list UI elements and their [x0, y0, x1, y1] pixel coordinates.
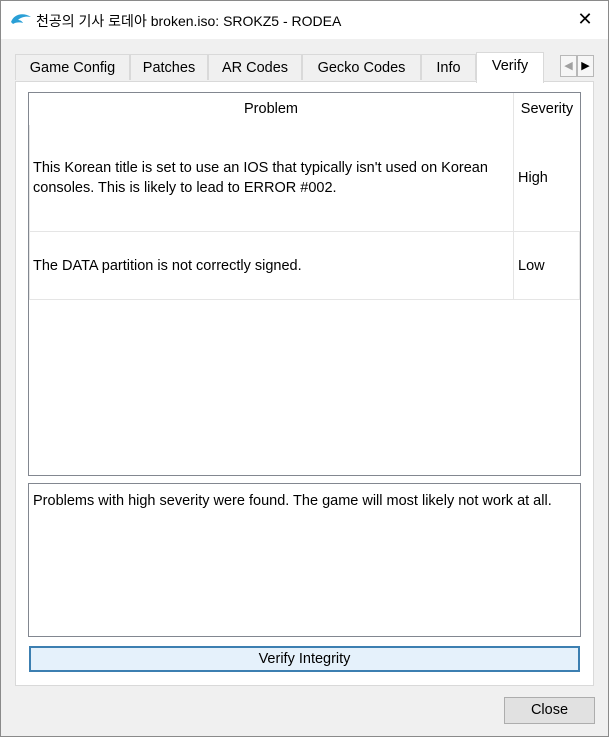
tab-patches[interactable]: Patches [130, 54, 208, 80]
tab-info[interactable]: Info [421, 54, 476, 80]
summary-textbox[interactable]: Problems with high severity were found. … [28, 483, 581, 637]
severity-cell: Low [518, 258, 545, 274]
tab-ar-codes[interactable]: AR Codes [208, 54, 302, 80]
tab-verify[interactable]: Verify [476, 52, 544, 83]
tab-game-config[interactable]: Game Config [15, 54, 130, 80]
tab-gecko-codes[interactable]: Gecko Codes [302, 54, 421, 80]
problem-cell: This Korean title is set to use an IOS t… [33, 160, 488, 196]
close-icon[interactable]: ✕ [570, 5, 600, 33]
close-button[interactable]: Close [504, 697, 595, 724]
column-header-problem[interactable]: Problem [29, 93, 513, 125]
dolphin-icon [11, 14, 31, 24]
table-row[interactable]: This Korean title is set to use an IOS t… [29, 125, 580, 232]
severity-cell: High [518, 170, 548, 186]
column-header-severity[interactable]: Severity [514, 93, 580, 125]
table-row[interactable]: The DATA partition is not correctly sign… [29, 232, 580, 300]
window-title: 천공의 기사 로데아 broken.iso: SROKZ5 - RODEA [36, 13, 342, 29]
verify-integrity-button[interactable]: Verify Integrity [29, 646, 580, 672]
tab-scroll-right-icon[interactable]: ▶ [577, 55, 594, 77]
tab-scroll-left-icon[interactable]: ◀ [560, 55, 577, 77]
problem-cell: The DATA partition is not correctly sign… [33, 258, 302, 274]
problems-table[interactable]: Problem Severity This Korean title is se… [28, 92, 581, 476]
title-bar[interactable]: 천공의 기사 로데아 broken.iso: SROKZ5 - RODEA ✕ [1, 1, 608, 39]
tab-strip: Game Config Patches AR Codes Gecko Codes… [15, 52, 595, 83]
properties-window: 천공의 기사 로데아 broken.iso: SROKZ5 - RODEA ✕ … [0, 0, 609, 737]
